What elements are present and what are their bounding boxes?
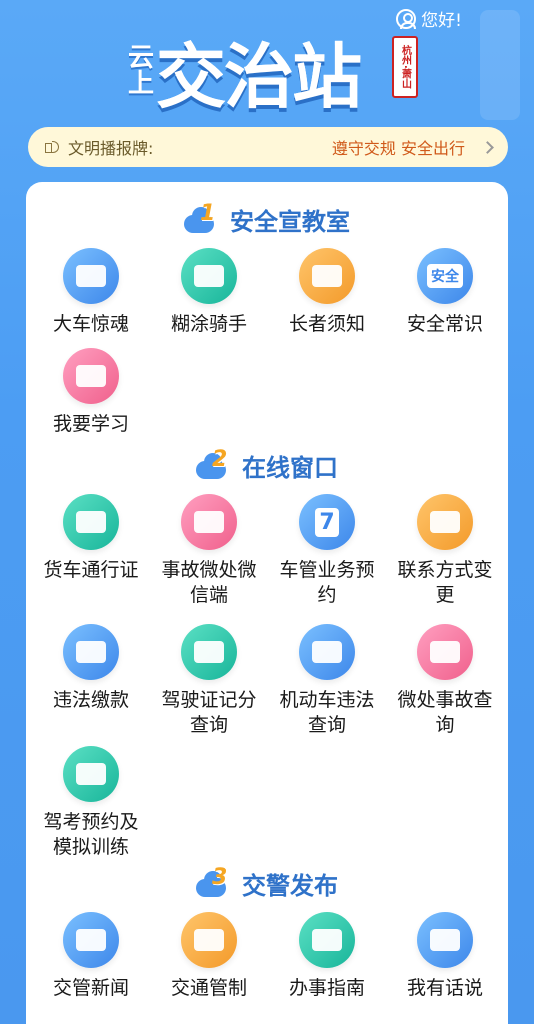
guide-book-icon xyxy=(299,912,355,968)
service-label: 交通管制 xyxy=(170,977,247,999)
exam-icon xyxy=(63,746,119,802)
section-title-2: 2 在线窗口 xyxy=(26,447,508,483)
chevron-right-icon xyxy=(481,140,494,154)
elder-icon xyxy=(299,248,355,304)
accident-search-icon xyxy=(417,624,473,680)
safety-book-icon: 安全 xyxy=(417,248,473,304)
service-label: 驾驶证记分查询 xyxy=(161,689,257,736)
section-title-text: 安全宣教室 xyxy=(230,208,350,236)
traffic-control-icon xyxy=(181,912,237,968)
section-title-1: 1 安全宣教室 xyxy=(26,201,508,237)
service-item[interactable]: 我有话说 xyxy=(386,912,504,1001)
ticker-label: 文明播报牌: xyxy=(68,139,154,158)
truck-icon xyxy=(63,248,119,304)
service-item[interactable]: 微处事故查询 xyxy=(386,624,504,738)
scooter-icon xyxy=(181,248,237,304)
service-item[interactable]: 交通管制 xyxy=(150,912,268,1001)
logo-title: 交治站 xyxy=(156,35,362,118)
service-label: 糊涂骑手 xyxy=(170,313,247,335)
service-item[interactable]: 糊涂骑手 xyxy=(150,248,268,337)
service-item[interactable]: 驾考预约及模拟训练 xyxy=(32,746,150,860)
background-decoration xyxy=(480,10,520,120)
cloud-number-icon: 1 xyxy=(184,201,220,233)
service-item[interactable]: 长者须知 xyxy=(268,248,386,337)
cloud-number-icon: 3 xyxy=(196,865,232,897)
service-label: 事故微处微信端 xyxy=(161,559,257,606)
service-item[interactable]: 办事指南 xyxy=(268,912,386,1001)
services-panel: 1 安全宣教室 大车惊魂 糊涂骑手 长者须知 安全 安全常识 我要学习 2 在线窗口 货车通行证 事故… xyxy=(26,182,508,1024)
service-item[interactable]: 大车惊魂 xyxy=(32,248,150,337)
calendar-icon: 7 xyxy=(299,494,355,550)
service-item[interactable]: 事故微处微信端 xyxy=(150,494,268,608)
service-label: 大车惊魂 xyxy=(52,313,129,335)
service-label: 长者须知 xyxy=(288,313,365,335)
service-item[interactable]: 货车通行证 xyxy=(32,494,150,583)
car-search-icon xyxy=(299,624,355,680)
logo-seal: 杭州·萧山 xyxy=(392,36,418,98)
speaker-icon xyxy=(44,139,62,155)
truck-pass-icon xyxy=(63,494,119,550)
section-title-3: 3 交警发布 xyxy=(26,865,508,901)
service-label: 联系方式变更 xyxy=(397,559,493,606)
app-logo: 云 上 交治站 杭州·萧山 xyxy=(128,28,418,118)
chat-icon xyxy=(417,912,473,968)
service-label: 驾考预约及模拟训练 xyxy=(43,811,139,858)
service-item[interactable]: 驾驶证记分查询 xyxy=(150,624,268,738)
service-label: 交管新闻 xyxy=(52,977,129,999)
service-label: 我有话说 xyxy=(406,977,483,999)
cloud-number-icon: 2 xyxy=(196,447,232,479)
service-item[interactable]: 机动车违法查询 xyxy=(268,624,386,738)
service-label: 安全常识 xyxy=(406,313,483,335)
user-icon xyxy=(396,8,417,29)
service-label: 机动车违法查询 xyxy=(279,689,375,736)
video-icon xyxy=(63,348,119,404)
section-title-text: 交警发布 xyxy=(242,872,338,900)
service-label: 微处事故查询 xyxy=(397,689,493,736)
service-label: 我要学习 xyxy=(52,413,129,435)
accident-icon xyxy=(181,494,237,550)
service-label: 违法缴款 xyxy=(52,689,129,711)
service-item[interactable]: 我要学习 xyxy=(32,348,150,437)
wallet-icon xyxy=(63,624,119,680)
service-label: 办事指南 xyxy=(288,977,365,999)
service-item[interactable]: 联系方式变更 xyxy=(386,494,504,608)
service-item[interactable]: 交管新闻 xyxy=(32,912,150,1001)
section-title-text: 在线窗口 xyxy=(242,454,338,482)
announcement-ticker[interactable]: 文明播报牌: 遵守交规 安全出行 xyxy=(28,127,508,167)
logo-small-text: 云 上 xyxy=(128,43,155,99)
service-item[interactable]: 违法缴款 xyxy=(32,624,150,713)
service-label: 货车通行证 xyxy=(43,559,139,581)
license-icon xyxy=(181,624,237,680)
service-item[interactable]: 安全 安全常识 xyxy=(386,248,504,337)
service-item[interactable]: 7 车管业务预约 xyxy=(268,494,386,608)
phone-icon xyxy=(417,494,473,550)
news-icon xyxy=(63,912,119,968)
ticker-message: 遵守交规 安全出行 xyxy=(331,139,465,158)
service-label: 车管业务预约 xyxy=(279,559,375,606)
greeting-text: 您好! xyxy=(421,11,462,31)
